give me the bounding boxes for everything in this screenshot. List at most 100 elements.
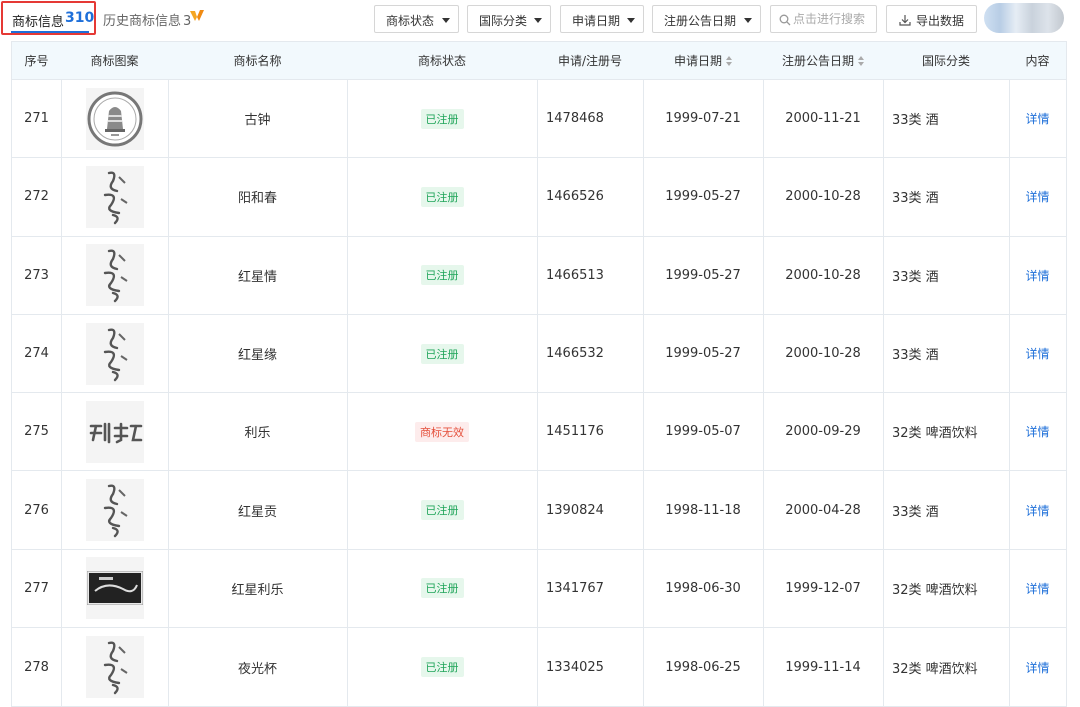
status-badge: 已注册 (420, 578, 464, 599)
detail-link[interactable]: 详情 (1025, 110, 1049, 127)
cell-status: 已注册 (347, 628, 537, 706)
cell-content: 详情 (1009, 80, 1066, 157)
apply-date: 1998-06-30 (665, 580, 741, 596)
reg-no: 1478468 (546, 111, 604, 127)
detail-link[interactable]: 详情 (1025, 580, 1049, 597)
cell-index: 271 (12, 80, 61, 157)
search-input[interactable] (793, 10, 875, 28)
reg-date: 2000-10-28 (785, 267, 861, 283)
sort-icon[interactable] (726, 55, 732, 66)
caret-down-icon (627, 18, 635, 23)
export-data-button[interactable]: 导出数据 (886, 5, 977, 33)
wordmark-logo[interactable] (85, 400, 144, 463)
header-reg-no: 申请/注册号 (557, 54, 623, 68)
header-apply-date-label: 申请日期 (673, 54, 722, 68)
trademark-name: 红星缘 (237, 348, 277, 364)
intl-class: 33类 酒 (892, 191, 939, 207)
status-filter-dropdown[interactable]: 商标状态 (374, 5, 459, 33)
trademark-name: 红星情 (237, 269, 277, 285)
cell-intl-class: 32类 啤酒饮料 (883, 550, 1009, 627)
trademark-name: 红星利乐 (231, 582, 284, 598)
intl-class: 33类 酒 (892, 348, 939, 364)
detail-link[interactable]: 详情 (1025, 345, 1049, 362)
search-icon (779, 14, 791, 26)
table-row: 272 阳和春 已注册 1466526 1999-05-27 2000-10-28 33类 … (12, 158, 1066, 237)
cell-name: 红星利乐 (168, 550, 347, 627)
tab-trademark-info-label: 商标信息 (12, 15, 65, 30)
tab-history-trademark[interactable]: 历史商标信息 3 (103, 10, 191, 29)
cell-status: 已注册 (347, 158, 537, 235)
reg-date-filter-dropdown[interactable]: 注册公告日期 (652, 5, 761, 33)
calligraphy-logo[interactable] (85, 479, 144, 542)
apply-date-filter-dropdown[interactable]: 申请日期 (560, 5, 644, 33)
search-box[interactable] (770, 5, 877, 33)
trademark-name: 古钟 (244, 113, 271, 129)
cell-image (61, 315, 168, 392)
cell-status: 已注册 (347, 315, 537, 392)
cell-reg-no: 1466526 (537, 158, 643, 235)
calligraphy-logo[interactable] (85, 636, 144, 699)
cell-reg-date: 2000-10-28 (763, 315, 883, 392)
detail-link[interactable]: 详情 (1025, 502, 1049, 519)
tab-history-label: 历史商标信息 (103, 14, 182, 29)
row-index: 277 (24, 580, 49, 596)
row-index: 272 (24, 189, 49, 205)
avatar[interactable] (984, 3, 1064, 33)
detail-link[interactable]: 详情 (1025, 188, 1049, 205)
cell-image (61, 550, 168, 627)
header-intl-class: 国际分类 (921, 54, 970, 68)
header-content: 内容 (1025, 54, 1050, 68)
apply-date: 1999-07-21 (665, 111, 741, 127)
row-index: 274 (24, 346, 49, 362)
export-data-label: 导出数据 (916, 14, 965, 28)
cell-index: 272 (12, 158, 61, 235)
reg-no: 1451176 (546, 424, 604, 440)
header-index: 序号 (24, 54, 49, 68)
apply-date: 1999-05-07 (665, 424, 741, 440)
calligraphy-logo[interactable] (85, 322, 144, 385)
trademark-name: 夜光杯 (237, 661, 277, 677)
cell-reg-date: 1999-12-07 (763, 550, 883, 627)
cell-status: 已注册 (347, 237, 537, 314)
intl-class: 33类 酒 (892, 113, 939, 129)
calligraphy-logo[interactable] (85, 165, 144, 228)
cell-reg-no: 1466513 (537, 237, 643, 314)
reg-no: 1466513 (546, 267, 604, 283)
trademark-name: 利乐 (244, 426, 271, 442)
cell-intl-class: 33类 酒 (883, 471, 1009, 548)
status-badge: 商标无效 (415, 421, 469, 442)
cell-reg-date: 2000-10-28 (763, 237, 883, 314)
table-row: 275 利乐 商标无效 1451176 1999-05-07 2000-09-29 32类 … (12, 393, 1066, 472)
reg-no: 1334025 (546, 659, 604, 675)
intl-class: 32类 啤酒饮料 (892, 582, 978, 598)
reg-no: 1466532 (546, 346, 604, 362)
intl-class: 32类 啤酒饮料 (892, 661, 978, 677)
table-header: 序号 商标图案 商标名称 商标状态 申请/注册号 申请日期 注册公告日期 国际分… (12, 42, 1066, 80)
cell-name: 阳和春 (168, 158, 347, 235)
detail-link[interactable]: 详情 (1025, 659, 1049, 676)
cell-name: 古钟 (168, 80, 347, 157)
reg-no: 1341767 (546, 580, 604, 596)
intl-class-filter-dropdown[interactable]: 国际分类 (467, 5, 551, 33)
status-badge: 已注册 (420, 186, 464, 207)
cell-reg-date: 2000-04-28 (763, 471, 883, 548)
cell-name: 夜光杯 (168, 628, 347, 706)
sort-icon[interactable] (858, 55, 864, 66)
bell-seal-logo[interactable] (85, 87, 144, 150)
detail-link[interactable]: 详情 (1025, 423, 1049, 440)
cell-name: 红星贡 (168, 471, 347, 548)
cell-reg-date: 2000-10-28 (763, 158, 883, 235)
reg-date: 2000-04-28 (785, 502, 861, 518)
status-badge: 已注册 (420, 657, 464, 678)
reg-no: 1390824 (546, 502, 604, 518)
cell-status: 已注册 (347, 80, 537, 157)
header-apply-date[interactable]: 申请日期 (643, 42, 763, 80)
cell-reg-no: 1334025 (537, 628, 643, 706)
detail-link[interactable]: 详情 (1025, 267, 1049, 284)
calligraphy-logo[interactable] (85, 244, 144, 307)
header-reg-date[interactable]: 注册公告日期 (763, 42, 883, 80)
trademark-name: 阳和春 (237, 191, 277, 207)
label-logo[interactable] (85, 557, 144, 620)
tab-trademark-info[interactable]: 商标信息 310 (1, 1, 96, 35)
cell-content: 详情 (1009, 471, 1066, 548)
